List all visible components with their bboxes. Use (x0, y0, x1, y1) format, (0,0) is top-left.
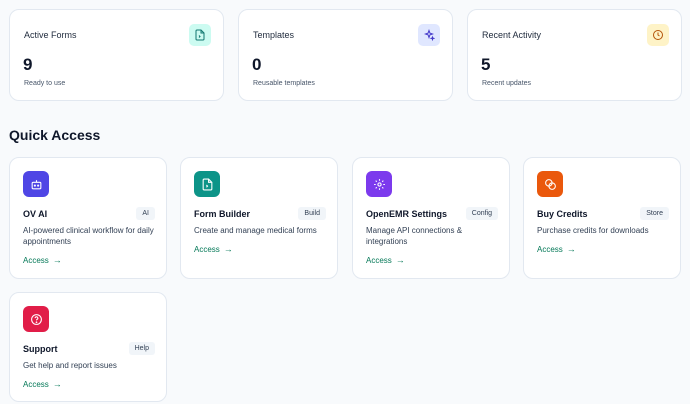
stat-title: Templates (253, 30, 295, 40)
quick-card-form-builder[interactable]: Form Builder Build Create and manage med… (180, 157, 338, 279)
card-badge: Store (640, 207, 669, 220)
access-link-openemr-settings[interactable]: Access → (366, 255, 405, 265)
stat-subtitle: Reusable templates (253, 80, 315, 87)
card-description: AI-powered clinical workflow for daily a… (23, 226, 154, 246)
stat-title: Recent Activity (482, 30, 542, 40)
access-link-support[interactable]: Access → (23, 379, 62, 389)
quick-card-openemr-settings[interactable]: OpenEMR Settings Config Manage API conne… (352, 157, 510, 279)
arrow-right-icon: → (395, 255, 405, 265)
access-label: Access (194, 244, 220, 254)
arrow-right-icon: → (566, 244, 576, 254)
help-icon (23, 306, 49, 332)
access-link-buy-credits[interactable]: Access → (537, 244, 576, 254)
robot-icon (23, 171, 49, 197)
stat-subtitle: Ready to use (24, 80, 66, 87)
access-link-ov-ai[interactable]: Access → (23, 255, 62, 265)
gear-icon (366, 171, 392, 197)
file-icon (194, 171, 220, 197)
access-label: Access (23, 255, 49, 265)
card-title: Buy Credits (537, 209, 588, 219)
clock-icon (647, 24, 669, 46)
card-description: Create and manage medical forms (194, 226, 317, 235)
quick-card-ov-ai[interactable]: OV AI AI AI-powered clinical workflow fo… (9, 157, 167, 279)
stat-card-templates: Templates 0 Reusable templates (238, 9, 453, 101)
file-icon (189, 24, 211, 46)
section-title-quick-access: Quick Access (9, 127, 101, 143)
access-label: Access (366, 255, 392, 265)
stats-row: Active Forms 9 Ready to use Templates 0 … (9, 9, 682, 101)
quick-card-support[interactable]: Support Help Get help and report issues … (9, 292, 167, 402)
arrow-right-icon: → (52, 379, 62, 389)
card-title: OpenEMR Settings (366, 209, 448, 219)
sparkle-icon (418, 24, 440, 46)
stat-value: 0 (252, 55, 262, 74)
card-title: Form Builder (194, 209, 251, 219)
arrow-right-icon: → (52, 255, 62, 265)
access-label: Access (537, 244, 563, 254)
coins-icon (537, 171, 563, 197)
card-badge: Help (128, 342, 155, 355)
access-label: Access (23, 379, 49, 389)
card-title: Support (23, 344, 58, 354)
card-badge: Build (298, 207, 326, 220)
quick-card-buy-credits[interactable]: Buy Credits Store Purchase credits for d… (523, 157, 681, 279)
stat-value: 5 (481, 55, 491, 74)
card-description: Purchase credits for downloads (537, 226, 649, 235)
card-badge: Config (465, 207, 498, 220)
card-description: Get help and report issues (23, 361, 117, 370)
stat-card-recent-activity: Recent Activity 5 Recent updates (467, 9, 682, 101)
stat-title: Active Forms (24, 30, 77, 40)
access-link-form-builder[interactable]: Access → (194, 244, 233, 254)
arrow-right-icon: → (223, 244, 233, 254)
stat-value: 9 (23, 55, 33, 74)
card-title: OV AI (23, 209, 48, 219)
stat-card-active-forms: Active Forms 9 Ready to use (9, 9, 224, 101)
stat-subtitle: Recent updates (482, 80, 532, 87)
card-description: Manage API connections & integrations (366, 226, 463, 246)
card-badge: AI (136, 207, 155, 220)
